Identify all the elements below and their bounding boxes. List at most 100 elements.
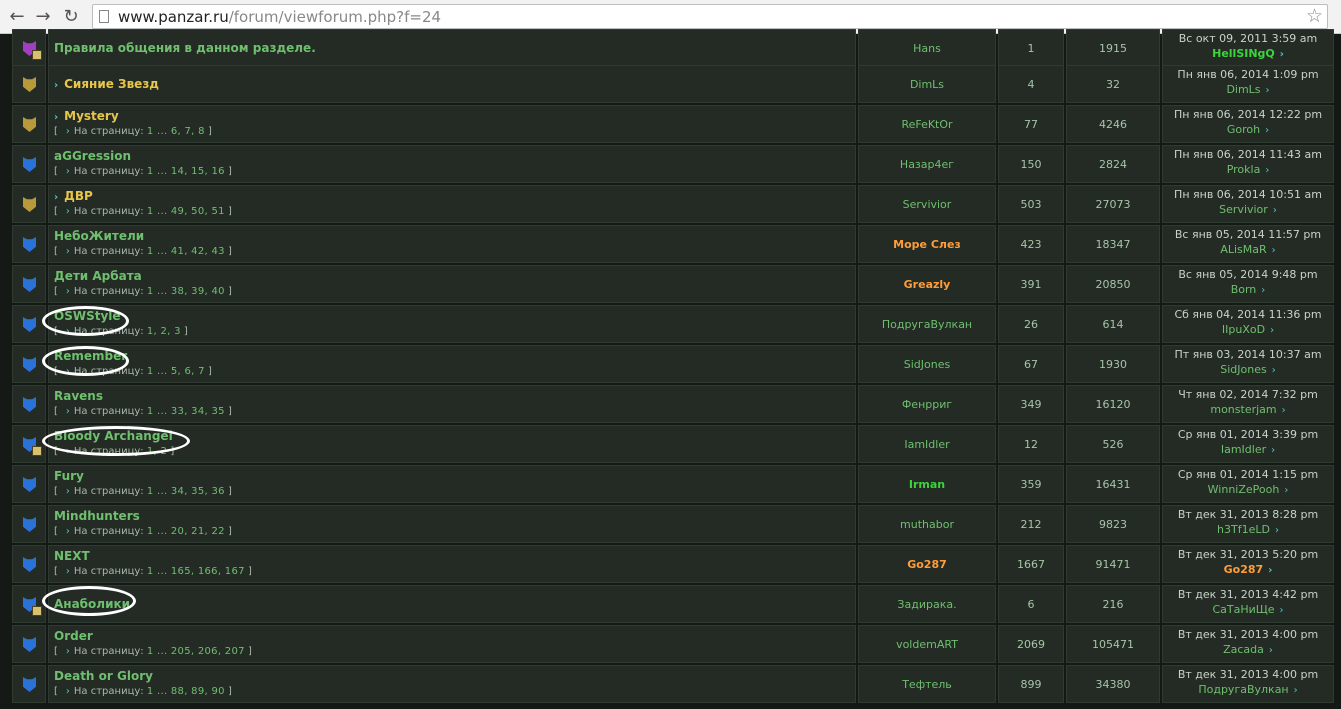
pagination-links[interactable]: 1 ... 49, 50, 51 (147, 206, 225, 217)
last-post-author-name[interactable]: Zacada (1223, 643, 1264, 656)
pagination-links[interactable]: 1 ... 41, 42, 43 (147, 246, 225, 257)
last-post-author[interactable]: Born › (1163, 283, 1333, 296)
topic-title-link[interactable]: Bloody Archangel (54, 429, 173, 443)
last-post-author-name[interactable]: WinniZePooh (1208, 483, 1280, 496)
last-post-author-name[interactable]: monsterjam (1210, 403, 1276, 416)
pagination-links[interactable]: 1 ... 33, 34, 35 (147, 406, 225, 417)
topic-title[interactable]: OSWStyle (54, 309, 121, 323)
star-icon[interactable]: ☆ (1306, 5, 1323, 27)
last-post-author-name[interactable]: Go287 (1224, 563, 1264, 576)
last-post-author[interactable]: IamIdler › (1163, 443, 1333, 456)
last-post-author[interactable]: Go287 › (1163, 563, 1333, 576)
topic-title[interactable]: Death or Glory (54, 669, 153, 683)
topic-title-link[interactable]: OSWStyle (54, 309, 121, 323)
topic-title[interactable]: Ravens (54, 389, 103, 403)
topic-title-link[interactable]: › Mystery (54, 109, 119, 123)
last-post-author-name[interactable]: h3Tf1eLD (1217, 523, 1270, 536)
topic-author[interactable]: Назар4ег (858, 145, 996, 183)
pagination-links[interactable]: 1 ... 14, 15, 16 (147, 166, 225, 177)
last-post-author[interactable]: СаТаНиЩе › (1163, 603, 1333, 616)
last-post-author-name[interactable]: ПодругаВулкан (1198, 683, 1288, 696)
topic-author[interactable]: DimLs (858, 65, 996, 103)
topic-title-link[interactable]: aGGression (54, 149, 131, 163)
topic-title-link[interactable]: Mindhunters (54, 509, 140, 523)
reload-icon[interactable]: ↻ (60, 6, 82, 28)
last-post-author[interactable]: DimLs › (1163, 83, 1333, 96)
topic-title-link[interactable]: › ДВР (54, 189, 93, 203)
last-post-author-name[interactable]: Born (1231, 283, 1257, 296)
topic-author[interactable]: Фенрриг (858, 385, 996, 423)
pagination-links[interactable]: 1 ... 34, 35, 36 (147, 486, 225, 497)
forward-arrow-icon[interactable]: → (32, 6, 54, 28)
last-post-author-name[interactable]: СаТаНиЩе (1212, 603, 1274, 616)
topic-title-link[interactable]: Death or Glory (54, 669, 153, 683)
pagination-links[interactable]: 1, 2 (147, 446, 167, 457)
topic-title-link[interactable]: Fury (54, 469, 84, 483)
last-post-author[interactable]: WinniZePooh › (1163, 483, 1333, 496)
pagination-links[interactable]: 1 ... 6, 7, 8 (147, 126, 205, 137)
go-to-last-post-icon[interactable]: › (1261, 285, 1265, 296)
topic-author[interactable]: Задирака. (858, 585, 996, 623)
pagination-links[interactable]: 1 ... 205, 206, 207 (147, 646, 245, 657)
topic-title[interactable]: NEXT (54, 549, 90, 563)
last-post-author-name[interactable]: Servivior (1219, 203, 1268, 216)
go-to-last-post-icon[interactable]: › (1280, 49, 1284, 60)
topic-title-link[interactable]: Ravens (54, 389, 103, 403)
topic-title[interactable]: Правила общения в данном разделе. (54, 41, 316, 55)
go-to-last-post-icon[interactable]: › (1268, 565, 1272, 576)
last-post-author[interactable]: HellSINgQ › (1163, 47, 1333, 60)
topic-author[interactable]: IamIdler (858, 425, 996, 463)
topic-title[interactable]: Bloody Archangel (54, 429, 173, 443)
go-to-last-post-icon[interactable]: › (1272, 365, 1276, 376)
topic-title-link[interactable]: Remember (54, 349, 127, 363)
last-post-author[interactable]: h3Tf1eLD › (1163, 523, 1333, 536)
go-to-last-post-icon[interactable]: › (1273, 205, 1277, 216)
topic-title[interactable]: Order (54, 629, 93, 643)
topic-title-link[interactable]: Order (54, 629, 93, 643)
pagination-links[interactable]: 1 ... 20, 21, 22 (147, 526, 225, 537)
last-post-author[interactable]: monsterjam › (1163, 403, 1333, 416)
topic-title[interactable]: Fury (54, 469, 84, 483)
topic-title[interactable]: Анаболики (54, 597, 130, 611)
topic-title[interactable]: НебоЖители (54, 229, 144, 243)
last-post-author[interactable]: ПодругаВулкан › (1163, 683, 1333, 696)
topic-title-link[interactable]: NEXT (54, 549, 90, 563)
last-post-author-name[interactable]: ALisMaR (1220, 243, 1266, 256)
pagination-links[interactable]: 1, 2, 3 (147, 326, 181, 337)
url-text[interactable]: www.panzar.ru/forum/viewforum.php?f=24 (118, 8, 441, 26)
topic-title[interactable]: Remember (54, 349, 127, 363)
last-post-author[interactable]: Prokla › (1163, 163, 1333, 176)
topic-title[interactable]: Mystery (64, 109, 119, 123)
go-to-last-post-icon[interactable]: › (1271, 445, 1275, 456)
topic-title[interactable]: Сияние Звезд (64, 77, 159, 91)
topic-author[interactable]: Irman (858, 465, 996, 503)
go-to-last-post-icon[interactable]: › (1282, 405, 1286, 416)
back-arrow-icon[interactable]: ← (6, 6, 28, 28)
last-post-author-name[interactable]: IIpuXoD (1222, 323, 1265, 336)
last-post-author[interactable]: SidJones › (1163, 363, 1333, 376)
topic-author[interactable]: Servivior (858, 185, 996, 223)
last-post-author[interactable]: Servivior › (1163, 203, 1333, 216)
topic-author[interactable]: Go287 (858, 545, 996, 583)
go-to-last-post-icon[interactable]: › (1294, 685, 1298, 696)
go-to-last-post-icon[interactable]: › (1266, 85, 1270, 96)
last-post-author-name[interactable]: Prokla (1227, 163, 1261, 176)
topic-author[interactable]: ReFeKtOr (858, 105, 996, 143)
go-to-last-post-icon[interactable]: › (1270, 325, 1274, 336)
topic-title-link[interactable]: › Сияние Звезд (54, 77, 159, 91)
go-to-last-post-icon[interactable]: › (1280, 605, 1284, 616)
last-post-author[interactable]: IIpuXoD › (1163, 323, 1333, 336)
last-post-author-name[interactable]: DimLs (1226, 83, 1260, 96)
topic-title-link[interactable]: Правила общения в данном разделе. (54, 41, 316, 55)
last-post-author-name[interactable]: HellSINgQ (1212, 47, 1275, 60)
topic-title[interactable]: ДВР (64, 189, 93, 203)
topic-author[interactable]: Hans (858, 29, 996, 67)
topic-author[interactable]: Greazly (858, 265, 996, 303)
topic-title[interactable]: Дети Арбата (54, 269, 142, 283)
topic-title[interactable]: Mindhunters (54, 509, 140, 523)
topic-title-link[interactable]: Анаболики (54, 597, 130, 611)
topic-author[interactable]: muthabor (858, 505, 996, 543)
last-post-author[interactable]: ALisMaR › (1163, 243, 1333, 256)
topic-title-link[interactable]: НебоЖители (54, 229, 144, 243)
go-to-last-post-icon[interactable]: › (1272, 245, 1276, 256)
